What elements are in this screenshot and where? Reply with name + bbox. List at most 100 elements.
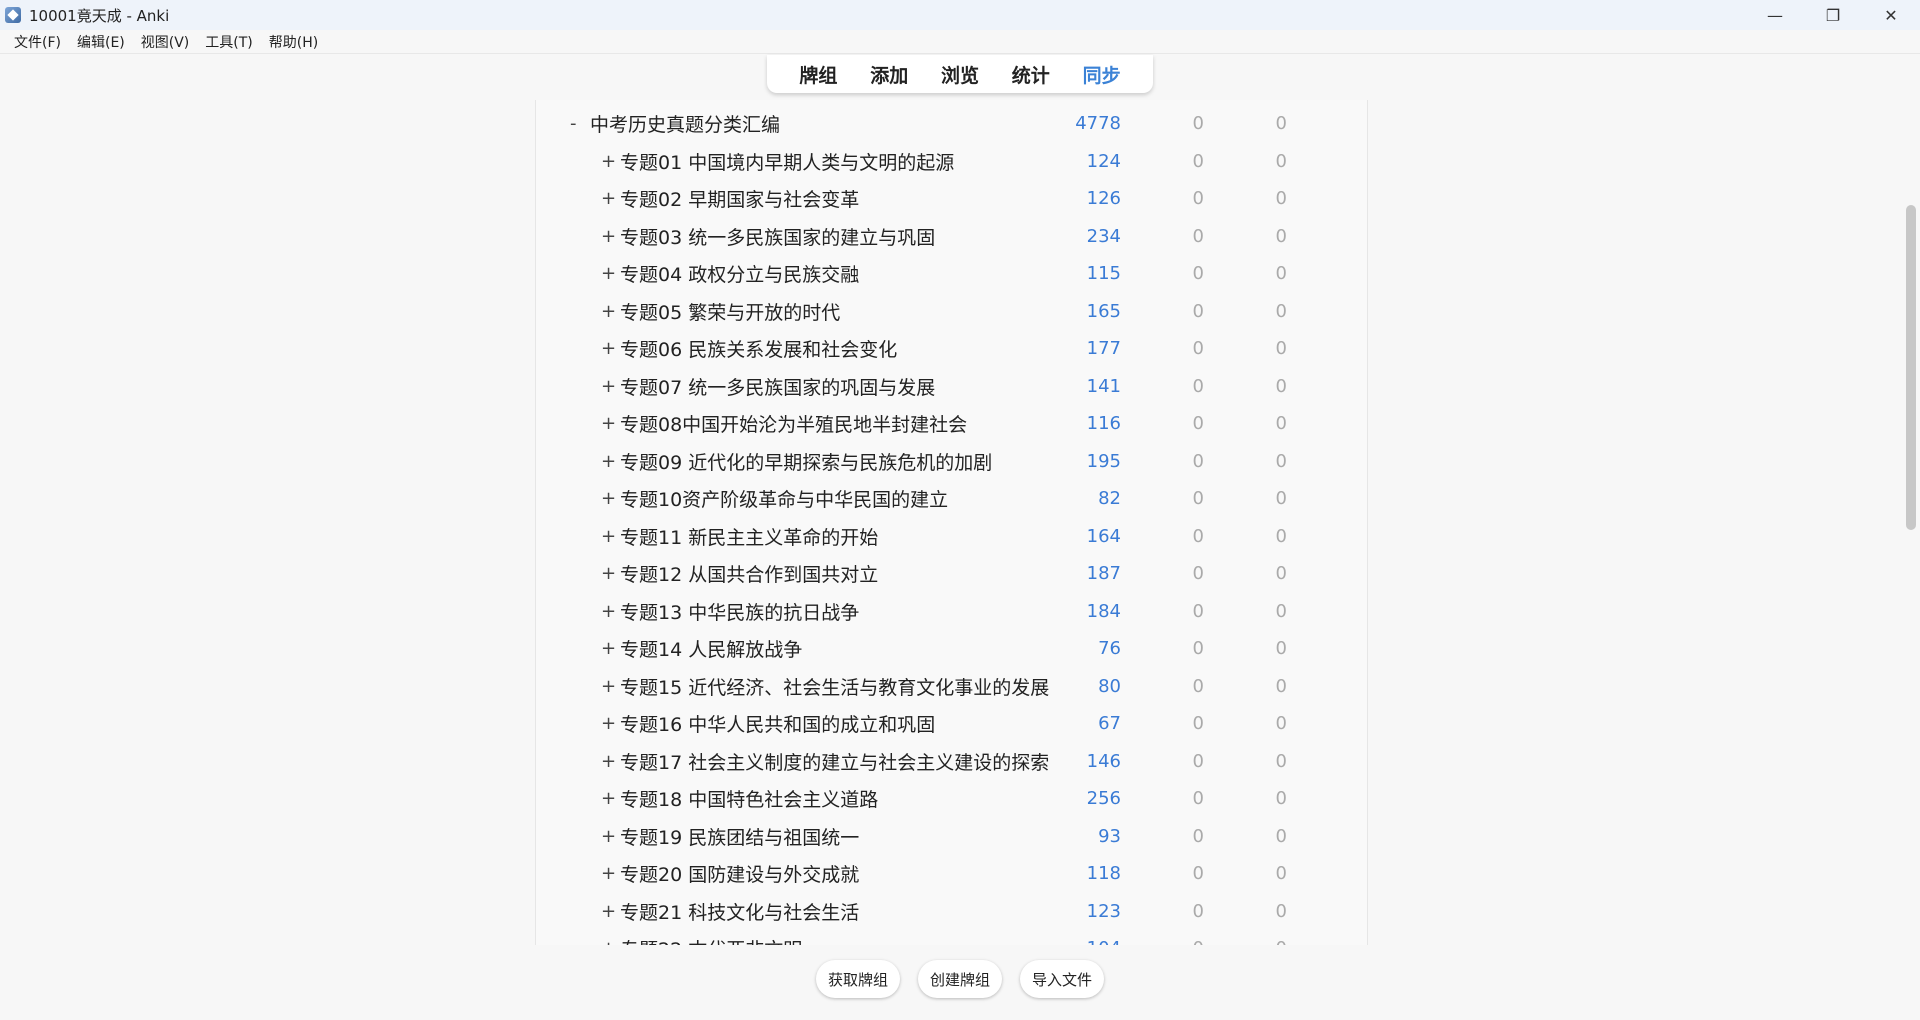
expand-toggle[interactable]: + bbox=[601, 563, 616, 584]
menu-tools[interactable]: 工具(T) bbox=[199, 32, 258, 52]
deck-row[interactable]: + 专题08中国开始沦为半殖民地半封建社会 116 0 0 bbox=[536, 405, 1367, 443]
deck-row[interactable]: + 专题12 从国共合作到国共对立 187 0 0 bbox=[536, 555, 1367, 593]
expand-toggle[interactable]: + bbox=[601, 788, 616, 809]
deck-name[interactable]: 专题11 新民主主义革命的开始 bbox=[620, 523, 878, 550]
deck-name[interactable]: 中考历史真题分类汇编 bbox=[590, 110, 780, 137]
deck-name[interactable]: 专题03 统一多民族国家的建立与巩固 bbox=[620, 223, 935, 250]
restore-button[interactable]: ❐ bbox=[1804, 0, 1862, 30]
deck-name[interactable]: 专题17 社会主义制度的建立与社会主义建设的探索 bbox=[620, 748, 1049, 775]
deck-due-count: 0 bbox=[1275, 188, 1287, 210]
deck-name[interactable]: 专题12 从国共合作到国共对立 bbox=[620, 560, 878, 587]
menu-view[interactable]: 视图(V) bbox=[135, 32, 196, 52]
expand-toggle[interactable]: + bbox=[601, 601, 616, 622]
expand-toggle[interactable]: + bbox=[601, 901, 616, 922]
toolbar-sync-link[interactable]: 同步 bbox=[1083, 61, 1121, 88]
deck-row[interactable]: + 专题09 近代化的早期探索与民族危机的加剧 195 0 0 bbox=[536, 443, 1367, 481]
deck-row[interactable]: + 专题19 民族团结与祖国统一 93 0 0 bbox=[536, 818, 1367, 856]
menu-file[interactable]: 文件(F) bbox=[8, 32, 67, 52]
deck-row[interactable]: + 专题15 近代经济、社会生活与教育文化事业的发展 80 0 0 bbox=[536, 668, 1367, 706]
deck-row[interactable]: + 专题03 统一多民族国家的建立与巩固 234 0 0 bbox=[536, 218, 1367, 256]
get-shared-button[interactable]: 获取牌组 bbox=[815, 960, 900, 998]
import-file-button[interactable]: 导入文件 bbox=[1020, 960, 1105, 998]
collapse-toggle[interactable]: - bbox=[570, 113, 577, 134]
toolbar-browse-link[interactable]: 浏览 bbox=[941, 61, 979, 88]
deck-due-count: 0 bbox=[1275, 225, 1287, 247]
deck-name[interactable]: 专题19 民族团结与祖国统一 bbox=[620, 823, 859, 850]
deck-name[interactable]: 专题10资产阶级革命与中华民国的建立 bbox=[620, 485, 948, 512]
deck-new-count: 104 bbox=[1051, 938, 1121, 945]
deck-row[interactable]: + 专题04 政权分立与民族交融 115 0 0 bbox=[536, 255, 1367, 293]
deck-new-count: 184 bbox=[1086, 600, 1121, 622]
expand-toggle[interactable]: + bbox=[601, 713, 616, 734]
deck-learn-count: 0 bbox=[1192, 225, 1204, 247]
deck-due-count: 0 bbox=[1275, 413, 1287, 435]
deck-row[interactable]: + 专题21 科技文化与社会生活 123 0 0 bbox=[536, 893, 1367, 931]
close-button[interactable]: ✕ bbox=[1862, 0, 1920, 30]
expand-toggle[interactable]: + bbox=[601, 338, 616, 359]
expand-toggle[interactable]: + bbox=[601, 451, 616, 472]
toolbar-add-link[interactable]: 添加 bbox=[870, 61, 908, 88]
deck-name[interactable]: 专题07 统一多民族国家的巩固与发展 bbox=[620, 373, 935, 400]
expand-toggle[interactable]: + bbox=[601, 938, 616, 945]
expand-toggle[interactable]: + bbox=[601, 526, 616, 547]
deck-name[interactable]: 专题14 人民解放战争 bbox=[620, 635, 802, 662]
deck-row-parent[interactable]: - 中考历史真题分类汇编 4778 0 0 bbox=[536, 105, 1367, 143]
deck-due-count: 0 bbox=[1275, 750, 1287, 772]
deck-name[interactable]: 专题06 民族关系发展和社会变化 bbox=[620, 335, 897, 362]
deck-name[interactable]: 专题22 古代亚非文明 bbox=[620, 935, 802, 945]
expand-toggle[interactable]: + bbox=[601, 826, 616, 847]
create-deck-button[interactable]: 创建牌组 bbox=[917, 960, 1002, 998]
deck-name[interactable]: 专题01 中国境内早期人类与文明的起源 bbox=[620, 148, 954, 175]
menu-help[interactable]: 帮助(H) bbox=[263, 32, 324, 52]
expand-toggle[interactable]: + bbox=[601, 301, 616, 322]
deck-row[interactable]: + 专题16 中华人民共和国的成立和巩固 67 0 0 bbox=[536, 705, 1367, 743]
deck-new-count: 123 bbox=[1086, 900, 1121, 922]
deck-new-count: 82 bbox=[1098, 488, 1121, 510]
expand-toggle[interactable]: + bbox=[601, 413, 616, 434]
expand-toggle[interactable]: + bbox=[601, 676, 616, 697]
minimize-button[interactable]: — bbox=[1746, 0, 1804, 30]
deck-name[interactable]: 专题08中国开始沦为半殖民地半封建社会 bbox=[620, 410, 967, 437]
deck-name[interactable]: 专题18 中国特色社会主义道路 bbox=[620, 785, 878, 812]
deck-new-count: 118 bbox=[1086, 863, 1121, 885]
deck-row[interactable]: + 专题20 国防建设与外交成就 118 0 0 bbox=[536, 855, 1367, 893]
deck-name[interactable]: 专题21 科技文化与社会生活 bbox=[620, 898, 859, 925]
toolbar-stats-link[interactable]: 统计 bbox=[1012, 61, 1050, 88]
vertical-scrollbar[interactable] bbox=[1906, 205, 1916, 530]
deck-row[interactable]: + 专题17 社会主义制度的建立与社会主义建设的探索 146 0 0 bbox=[536, 743, 1367, 781]
deck-name[interactable]: 专题09 近代化的早期探索与民族危机的加剧 bbox=[620, 448, 992, 475]
expand-toggle[interactable]: + bbox=[601, 188, 616, 209]
deck-row[interactable]: + 专题05 繁荣与开放的时代 165 0 0 bbox=[536, 293, 1367, 331]
deck-row[interactable]: + 专题13 中华民族的抗日战争 184 0 0 bbox=[536, 593, 1367, 631]
expand-toggle[interactable]: + bbox=[601, 151, 616, 172]
deck-due-count: 0 bbox=[1275, 638, 1287, 660]
toolbar-decks-link[interactable]: 牌组 bbox=[799, 61, 837, 88]
menu-edit[interactable]: 编辑(E) bbox=[71, 32, 131, 52]
deck-new-count: 146 bbox=[1086, 750, 1121, 772]
deck-name[interactable]: 专题20 国防建设与外交成就 bbox=[620, 860, 859, 887]
expand-toggle[interactable]: + bbox=[601, 263, 616, 284]
deck-name[interactable]: 专题04 政权分立与民族交融 bbox=[620, 260, 859, 287]
deck-row[interactable]: + 专题22 古代亚非文明 104 0 0 bbox=[536, 930, 1367, 945]
expand-toggle[interactable]: + bbox=[601, 751, 616, 772]
deck-learn-count: 0 bbox=[1192, 638, 1204, 660]
deck-row[interactable]: + 专题01 中国境内早期人类与文明的起源 124 0 0 bbox=[536, 143, 1367, 181]
deck-row[interactable]: + 专题11 新民主主义革命的开始 164 0 0 bbox=[536, 518, 1367, 556]
expand-toggle[interactable]: + bbox=[601, 226, 616, 247]
deck-row[interactable]: + 专题18 中国特色社会主义道路 256 0 0 bbox=[536, 780, 1367, 818]
deck-row[interactable]: + 专题10资产阶级革命与中华民国的建立 82 0 0 bbox=[536, 480, 1367, 518]
deck-name[interactable]: 专题02 早期国家与社会变革 bbox=[620, 185, 859, 212]
deck-name[interactable]: 专题16 中华人民共和国的成立和巩固 bbox=[620, 710, 935, 737]
deck-row[interactable]: + 专题14 人民解放战争 76 0 0 bbox=[536, 630, 1367, 668]
deck-name[interactable]: 专题13 中华民族的抗日战争 bbox=[620, 598, 859, 625]
deck-row[interactable]: + 专题02 早期国家与社会变革 126 0 0 bbox=[536, 180, 1367, 218]
deck-name[interactable]: 专题05 繁荣与开放的时代 bbox=[620, 298, 840, 325]
expand-toggle[interactable]: + bbox=[601, 376, 616, 397]
expand-toggle[interactable]: + bbox=[601, 488, 616, 509]
deck-row[interactable]: + 专题06 民族关系发展和社会变化 177 0 0 bbox=[536, 330, 1367, 368]
deck-row[interactable]: + 专题07 统一多民族国家的巩固与发展 141 0 0 bbox=[536, 368, 1367, 406]
expand-toggle[interactable]: + bbox=[601, 863, 616, 884]
expand-toggle[interactable]: + bbox=[601, 638, 616, 659]
deck-new-count: 76 bbox=[1098, 638, 1121, 660]
deck-name[interactable]: 专题15 近代经济、社会生活与教育文化事业的发展 bbox=[620, 673, 1049, 700]
